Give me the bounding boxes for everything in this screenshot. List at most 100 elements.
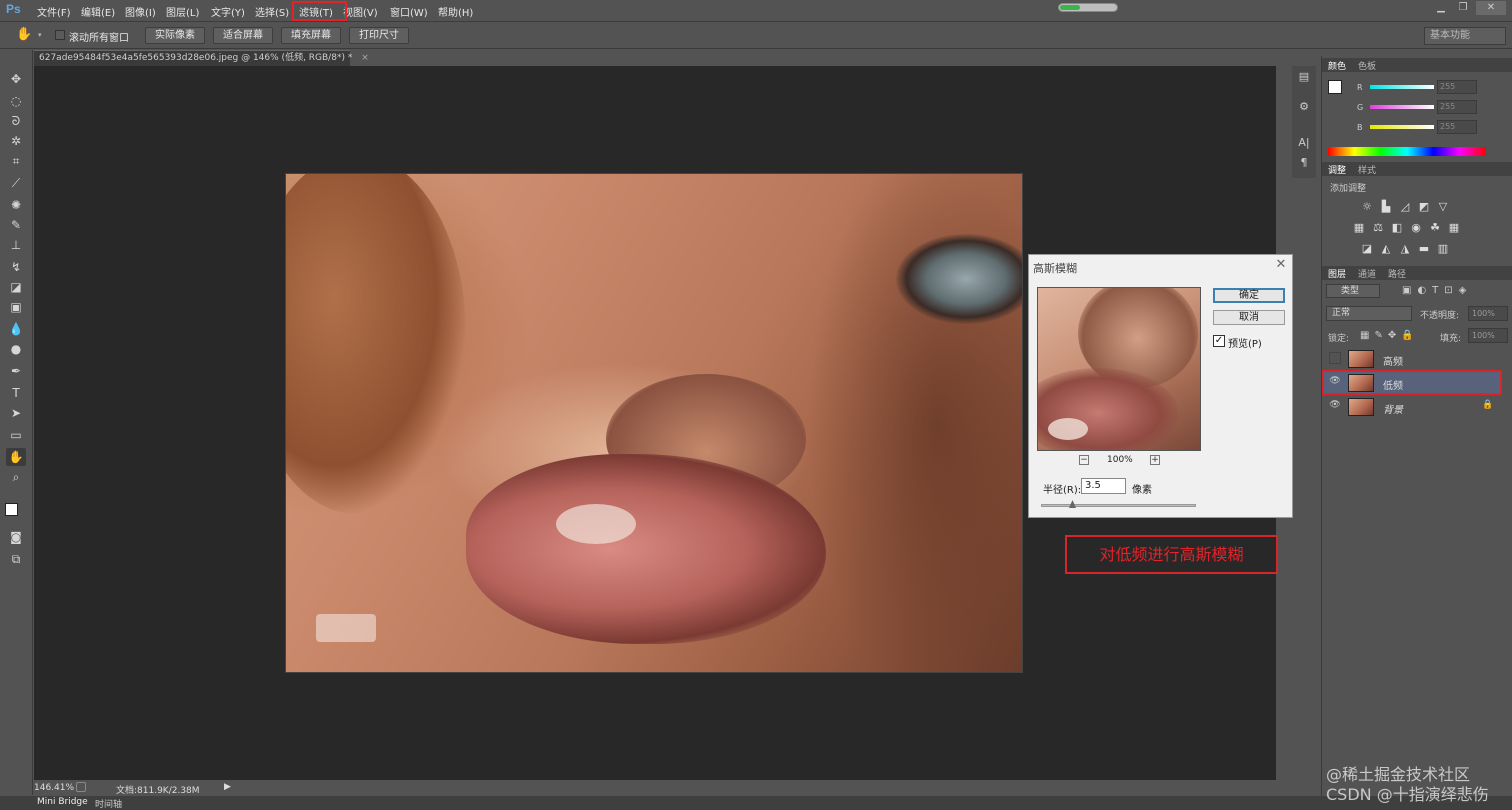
zoom-readout[interactable]: 146.41% [34, 783, 74, 793]
tab-color[interactable]: 颜色 [1328, 59, 1346, 72]
tab-mini-bridge[interactable]: Mini Bridge [37, 797, 88, 807]
move-tool-icon[interactable]: ✥ [6, 70, 26, 88]
exposure-icon[interactable]: ◩ [1417, 201, 1431, 213]
blend-mode-select[interactable]: 正常 [1326, 306, 1412, 321]
path-select-icon[interactable]: ➤ [6, 404, 26, 422]
tab-timeline[interactable]: 时间轴 [95, 797, 122, 810]
play-icon[interactable]: ▶ [224, 782, 231, 792]
scroll-all-checkbox[interactable] [55, 30, 65, 40]
character-panel-icon[interactable]: A| [1296, 136, 1312, 152]
menu-edit[interactable]: 编辑(E) [81, 4, 115, 19]
layer-row-background[interactable]: 👁 背景 🔒 [1324, 396, 1502, 418]
type-tool-icon[interactable]: T [6, 384, 26, 402]
lock-icons[interactable]: ▦✎✥🔒 [1360, 330, 1419, 341]
posterize-icon[interactable]: ◭ [1379, 243, 1393, 255]
tab-adjustments[interactable]: 调整 [1328, 163, 1346, 176]
preview-checkbox[interactable]: ✓ [1213, 335, 1225, 347]
visibility-toggle[interactable] [1329, 352, 1341, 364]
layer-row-high-freq[interactable]: 高频 [1324, 348, 1502, 370]
fg-color-swatch[interactable] [1328, 80, 1342, 94]
cancel-button[interactable]: 取消 [1213, 310, 1285, 325]
fill-screen-button[interactable]: 填充屏幕 [281, 27, 341, 44]
gradient-map-icon[interactable]: ▬ [1417, 243, 1431, 255]
rectangle-tool-icon[interactable]: ▭ [6, 426, 26, 444]
kind-filter-select[interactable]: 类型 [1326, 284, 1380, 298]
gradient-tool-icon[interactable]: ▣ [6, 298, 26, 316]
zoom-out-icon[interactable]: − [1079, 455, 1089, 465]
hue-sat-icon[interactable]: ▦ [1352, 222, 1366, 234]
crop-tool-icon[interactable]: ⌗ [6, 152, 26, 170]
eye-icon[interactable]: 👁 [1329, 400, 1341, 412]
b-value[interactable]: 255 [1437, 120, 1477, 134]
history-brush-icon[interactable]: ↯ [6, 258, 26, 276]
selective-color-icon[interactable]: ▥ [1436, 243, 1450, 255]
tab-layers[interactable]: 图层 [1328, 267, 1346, 280]
pen-tool-icon[interactable]: ✒ [6, 362, 26, 380]
marquee-tool-icon[interactable]: ◌ [6, 92, 26, 110]
menu-select[interactable]: 选择(S) [255, 4, 289, 19]
stamp-tool-icon[interactable]: ⊥ [6, 236, 26, 254]
blur-tool-icon[interactable]: 💧 [6, 320, 26, 338]
menu-help[interactable]: 帮助(H) [438, 4, 473, 19]
menu-view[interactable]: 视图(V) [343, 4, 378, 19]
actual-pixels-button[interactable]: 实际像素 [145, 27, 205, 44]
close-tab-icon[interactable]: × [361, 53, 369, 63]
menu-file[interactable]: 文件(F) [37, 4, 71, 19]
threshold-icon[interactable]: ◮ [1398, 243, 1412, 255]
color-balance-icon[interactable]: ⚖ [1371, 222, 1385, 234]
restore-icon[interactable]: ❐ [1452, 1, 1474, 15]
quick-mask-icon[interactable]: ◙ [6, 528, 26, 546]
magic-wand-icon[interactable]: ✲ [6, 132, 26, 150]
print-size-button[interactable]: 打印尺寸 [349, 27, 409, 44]
eyedropper-icon[interactable]: ⟋ [6, 174, 26, 192]
levels-icon[interactable]: ▙ [1379, 201, 1393, 213]
minimize-icon[interactable]: ▁ [1430, 1, 1452, 15]
fill-input[interactable]: 100% [1468, 328, 1508, 343]
screen-mode-icon[interactable]: ⧉ [6, 550, 26, 568]
zoom-in-icon[interactable]: + [1150, 455, 1160, 465]
curves-icon[interactable]: ◿ [1398, 201, 1412, 213]
b-slider[interactable] [1370, 125, 1434, 129]
r-value[interactable]: 255 [1437, 80, 1477, 94]
paragraph-panel-icon[interactable]: ¶ [1296, 156, 1312, 172]
invert-icon[interactable]: ◪ [1360, 243, 1374, 255]
tab-styles[interactable]: 样式 [1358, 163, 1376, 176]
eraser-tool-icon[interactable]: ◪ [6, 278, 26, 296]
opacity-input[interactable]: 100% [1468, 306, 1508, 321]
workspace-select[interactable]: 基本功能 [1424, 27, 1506, 45]
brightness-icon[interactable]: ☼ [1360, 201, 1374, 213]
vibrance-icon[interactable]: ▽ [1436, 201, 1450, 213]
menu-layer[interactable]: 图层(L) [166, 4, 199, 19]
document-tab[interactable]: 627ade95484f53e4a5fe565393d28e06.jpeg @ … [34, 50, 369, 66]
chevron-down-icon[interactable]: ▾ [38, 31, 42, 39]
menu-image[interactable]: 图像(I) [125, 4, 156, 19]
bw-icon[interactable]: ◧ [1390, 222, 1404, 234]
history-panel-icon[interactable]: ▤ [1296, 70, 1312, 86]
lasso-tool-icon[interactable]: ᘐ [6, 112, 26, 130]
g-value[interactable]: 255 [1437, 100, 1477, 114]
color-spectrum[interactable] [1328, 147, 1486, 156]
menu-window[interactable]: 窗口(W) [390, 4, 428, 19]
dodge-tool-icon[interactable]: ● [6, 340, 26, 358]
tab-swatches[interactable]: 色板 [1358, 59, 1376, 72]
close-icon[interactable]: ✕ [1476, 1, 1506, 15]
zoom-tool-icon[interactable]: ⌕ [6, 468, 26, 486]
blur-preview[interactable] [1037, 287, 1201, 451]
radius-input[interactable]: 3.5 [1081, 478, 1126, 494]
channel-mixer-icon[interactable]: ☘ [1428, 222, 1442, 234]
close-icon[interactable]: ✕ [1273, 257, 1289, 273]
layer-filter-icons[interactable]: ▣◐T⊡◈ [1402, 285, 1472, 296]
fit-screen-button[interactable]: 适合屏幕 [213, 27, 273, 44]
radius-slider[interactable] [1041, 504, 1196, 507]
tab-paths[interactable]: 路径 [1388, 267, 1406, 280]
ok-button[interactable]: 确定 [1213, 288, 1285, 303]
status-info-icon[interactable] [76, 782, 86, 792]
healing-brush-icon[interactable]: ✺ [6, 196, 26, 214]
foreground-color-swatch[interactable] [5, 503, 18, 516]
menu-type[interactable]: 文字(Y) [211, 4, 245, 19]
photo-filter-icon[interactable]: ◉ [1409, 222, 1423, 234]
brush-tool-icon[interactable]: ✎ [6, 216, 26, 234]
hand-icon[interactable]: ✋ [16, 27, 32, 42]
actions-panel-icon[interactable]: ⚙ [1296, 100, 1312, 116]
r-slider[interactable] [1370, 85, 1434, 89]
